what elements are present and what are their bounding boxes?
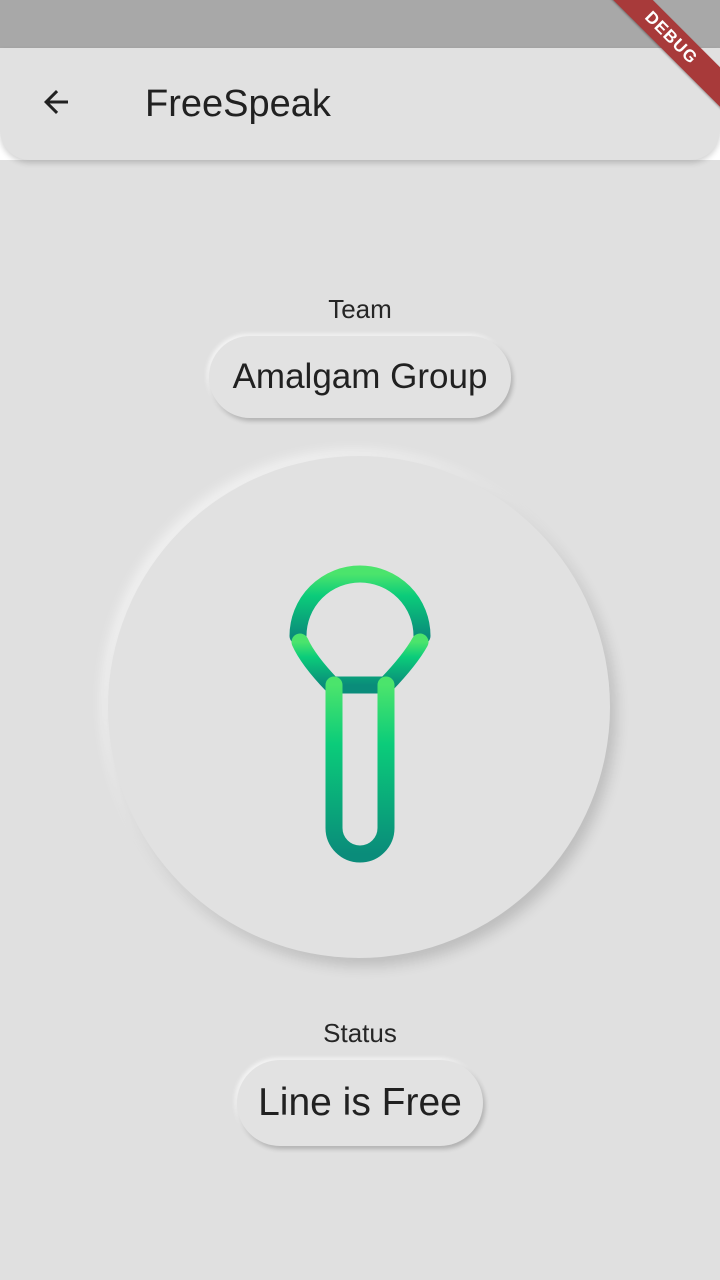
team-name-button[interactable]: Amalgam Group [209,336,511,418]
app-title: FreeSpeak [145,83,331,125]
system-status-bar [0,0,720,48]
screen: FreeSpeak DEBUG Team Amalgam Group Statu… [0,0,720,1280]
status-label: Status [323,1018,397,1048]
line-status-badge: Line is Free [237,1060,483,1146]
back-button[interactable] [28,76,84,132]
app-bar: FreeSpeak [0,48,720,160]
app-bar-surface: FreeSpeak [0,48,720,160]
microphone-icon [270,565,448,863]
team-label: Team [328,294,392,324]
arrow-back-icon [38,84,74,125]
